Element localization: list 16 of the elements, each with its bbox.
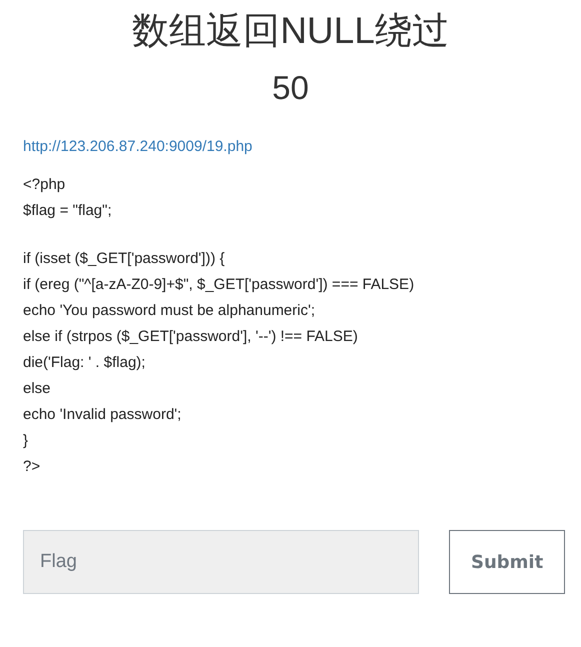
code-line: if (ereg ("^[a-zA-Z0-9]+$", $_GET['password']) === FALSE): [23, 275, 414, 295]
code-line: if (isset ($_GET['password'])) {: [23, 249, 225, 269]
flag-input-field[interactable]: Flag: [23, 530, 420, 594]
code-line: else: [23, 379, 51, 399]
challenge-link[interactable]: http://123.206.87.240:9009/19.php: [23, 136, 252, 158]
challenge-points: 50: [271, 68, 310, 108]
code-line: <?php: [23, 175, 66, 195]
challenge-title: 数组返回NULL绕过: [131, 9, 450, 53]
submit-button[interactable]: Submit: [449, 530, 565, 594]
code-line: echo 'You password must be alphanumeric';: [23, 301, 316, 321]
code-line: ?>: [23, 457, 40, 477]
code-line: die('Flag: ' . $flag);: [23, 353, 146, 373]
code-line: echo 'Invalid password';: [23, 405, 182, 425]
code-line: }: [23, 431, 28, 451]
code-line: else if (strpos ($_GET['password'], '--') !== FALSE): [23, 327, 358, 347]
code-line: $flag = "flag";: [23, 201, 112, 221]
